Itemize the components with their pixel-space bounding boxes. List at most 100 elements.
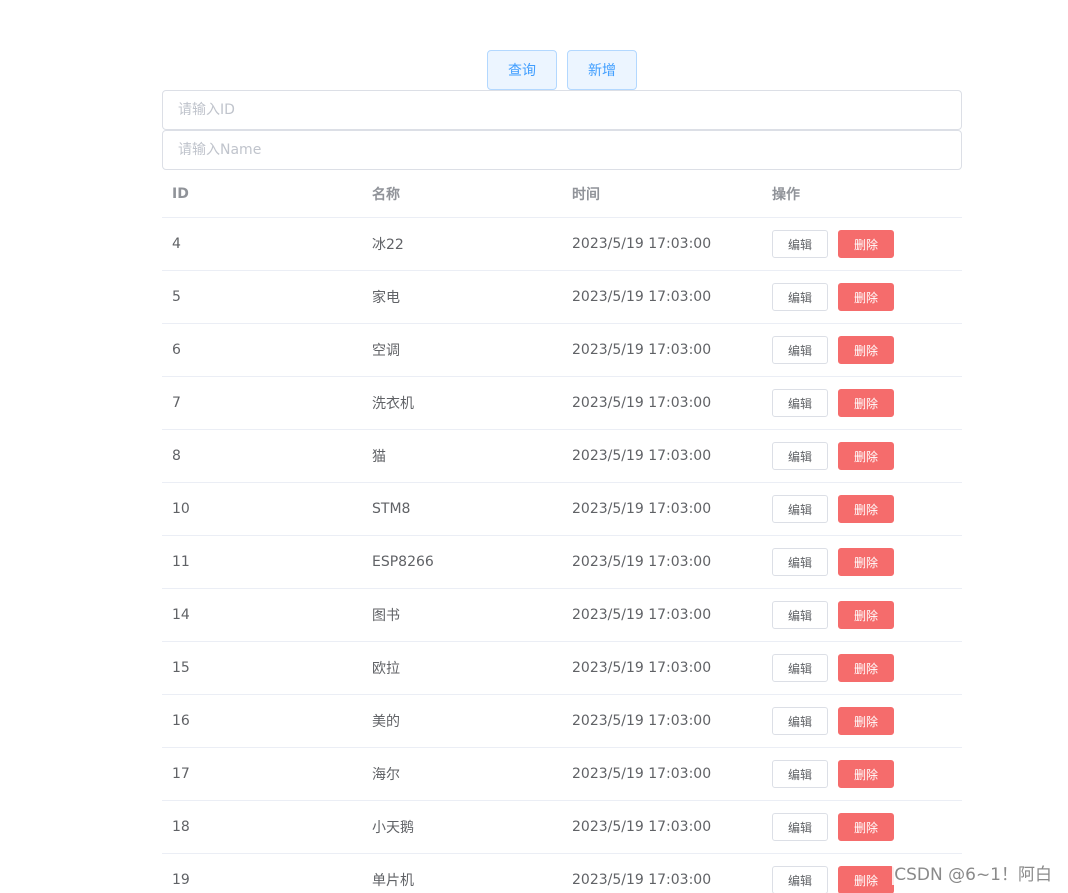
delete-button[interactable]: 删除 bbox=[838, 760, 894, 788]
cell-name: 冰22 bbox=[372, 237, 404, 253]
cell-time: 2023/5/19 17:03:00 bbox=[572, 289, 712, 305]
cell-actions: 编辑 删除 bbox=[762, 495, 962, 523]
delete-button[interactable]: 删除 bbox=[838, 813, 894, 841]
cell-time: 2023/5/19 17:03:00 bbox=[572, 501, 712, 517]
delete-button[interactable]: 删除 bbox=[838, 442, 894, 470]
cell-actions: 编辑 删除 bbox=[762, 442, 962, 470]
cell-name: 小天鹅 bbox=[372, 820, 414, 836]
edit-button[interactable]: 编辑 bbox=[772, 230, 828, 258]
cell-id: 14 bbox=[172, 607, 190, 623]
delete-button[interactable]: 删除 bbox=[838, 230, 894, 258]
cell-actions: 编辑 删除 bbox=[762, 389, 962, 417]
table-row: 17 海尔 2023/5/19 17:03:00 编辑 删除 bbox=[162, 748, 962, 801]
edit-button[interactable]: 编辑 bbox=[772, 336, 828, 364]
edit-button[interactable]: 编辑 bbox=[772, 760, 828, 788]
table-row: 10 STM8 2023/5/19 17:03:00 编辑 删除 bbox=[162, 483, 962, 536]
cell-time: 2023/5/19 17:03:00 bbox=[572, 607, 712, 623]
page: 查询 新增 ID 名称 时间 操作 4 冰22 2023/5/19 17:03:00… bbox=[0, 0, 1068, 893]
cell-id: 7 bbox=[172, 395, 181, 411]
edit-button[interactable]: 编辑 bbox=[772, 283, 828, 311]
edit-button[interactable]: 编辑 bbox=[772, 495, 828, 523]
cell-time: 2023/5/19 17:03:00 bbox=[572, 766, 712, 782]
header-name: 名称 bbox=[372, 186, 400, 203]
id-input-wrapper bbox=[162, 90, 962, 130]
header-actions: 操作 bbox=[772, 186, 800, 203]
cell-id: 15 bbox=[172, 660, 190, 676]
cell-name: 图书 bbox=[372, 608, 400, 624]
table-row: 16 美的 2023/5/19 17:03:00 编辑 删除 bbox=[162, 695, 962, 748]
cell-actions: 编辑 删除 bbox=[762, 601, 962, 629]
cell-id: 19 bbox=[172, 872, 190, 888]
cell-actions: 编辑 删除 bbox=[762, 813, 962, 841]
cell-id: 11 bbox=[172, 554, 190, 570]
cell-time: 2023/5/19 17:03:00 bbox=[572, 395, 712, 411]
cell-time: 2023/5/19 17:03:00 bbox=[572, 872, 712, 888]
name-input-wrapper bbox=[162, 130, 962, 170]
table-row: 15 欧拉 2023/5/19 17:03:00 编辑 删除 bbox=[162, 642, 962, 695]
table-row: 8 猫 2023/5/19 17:03:00 编辑 删除 bbox=[162, 430, 962, 483]
edit-button[interactable]: 编辑 bbox=[772, 548, 828, 576]
table-row: 6 空调 2023/5/19 17:03:00 编辑 删除 bbox=[162, 324, 962, 377]
add-button[interactable]: 新增 bbox=[567, 50, 637, 90]
query-button[interactable]: 查询 bbox=[487, 50, 557, 90]
cell-name: 美的 bbox=[372, 714, 400, 730]
cell-id: 17 bbox=[172, 766, 190, 782]
delete-button[interactable]: 删除 bbox=[838, 866, 894, 893]
cell-actions: 编辑 删除 bbox=[762, 336, 962, 364]
name-search-input[interactable] bbox=[163, 131, 961, 169]
cell-id: 10 bbox=[172, 501, 190, 517]
table-row: 7 洗衣机 2023/5/19 17:03:00 编辑 删除 bbox=[162, 377, 962, 430]
cell-time: 2023/5/19 17:03:00 bbox=[572, 660, 712, 676]
table-row: 4 冰22 2023/5/19 17:03:00 编辑 删除 bbox=[162, 218, 962, 271]
table-row: 14 图书 2023/5/19 17:03:00 编辑 删除 bbox=[162, 589, 962, 642]
cell-name: 欧拉 bbox=[372, 661, 400, 677]
cell-id: 8 bbox=[172, 448, 181, 464]
table-row: 11 ESP8266 2023/5/19 17:03:00 编辑 删除 bbox=[162, 536, 962, 589]
cell-time: 2023/5/19 17:03:00 bbox=[572, 713, 712, 729]
cell-time: 2023/5/19 17:03:00 bbox=[572, 236, 712, 252]
delete-button[interactable]: 删除 bbox=[838, 336, 894, 364]
cell-time: 2023/5/19 17:03:00 bbox=[572, 448, 712, 464]
edit-button[interactable]: 编辑 bbox=[772, 389, 828, 417]
delete-button[interactable]: 删除 bbox=[838, 389, 894, 417]
cell-actions: 编辑 删除 bbox=[762, 230, 962, 258]
edit-button[interactable]: 编辑 bbox=[772, 866, 828, 893]
cell-name: STM8 bbox=[372, 501, 411, 517]
cell-actions: 编辑 删除 bbox=[762, 760, 962, 788]
cell-name: 空调 bbox=[372, 343, 400, 359]
table-row: 5 家电 2023/5/19 17:03:00 编辑 删除 bbox=[162, 271, 962, 324]
edit-button[interactable]: 编辑 bbox=[772, 707, 828, 735]
cell-name: 洗衣机 bbox=[372, 396, 414, 412]
cell-time: 2023/5/19 17:03:00 bbox=[572, 342, 712, 358]
id-search-input[interactable] bbox=[163, 91, 961, 129]
cell-id: 6 bbox=[172, 342, 181, 358]
edit-button[interactable]: 编辑 bbox=[772, 442, 828, 470]
cell-actions: 编辑 删除 bbox=[762, 548, 962, 576]
header-time: 时间 bbox=[572, 186, 600, 203]
cell-id: 18 bbox=[172, 819, 190, 835]
delete-button[interactable]: 删除 bbox=[838, 495, 894, 523]
edit-button[interactable]: 编辑 bbox=[772, 601, 828, 629]
data-table: ID 名称 时间 操作 4 冰22 2023/5/19 17:03:00 编辑 删除 5 家… bbox=[162, 170, 962, 893]
delete-button[interactable]: 删除 bbox=[838, 654, 894, 682]
cell-actions: 编辑 删除 bbox=[762, 707, 962, 735]
cell-name: 海尔 bbox=[372, 767, 400, 783]
cell-id: 5 bbox=[172, 289, 181, 305]
delete-button[interactable]: 删除 bbox=[838, 707, 894, 735]
cell-name: 猫 bbox=[372, 449, 386, 465]
table-row: 18 小天鹅 2023/5/19 17:03:00 编辑 删除 bbox=[162, 801, 962, 854]
header-id: ID bbox=[172, 185, 189, 202]
table-body: 4 冰22 2023/5/19 17:03:00 编辑 删除 5 家电 2023/5/19 1… bbox=[162, 218, 962, 893]
cell-name: 家电 bbox=[372, 290, 400, 306]
cell-actions: 编辑 删除 bbox=[762, 283, 962, 311]
table-row: 19 单片机 2023/5/19 17:03:00 编辑 删除 bbox=[162, 854, 962, 893]
cell-time: 2023/5/19 17:03:00 bbox=[572, 819, 712, 835]
delete-button[interactable]: 删除 bbox=[838, 601, 894, 629]
cell-actions: 编辑 删除 bbox=[762, 654, 962, 682]
watermark: CSDN @6~1！阿白 bbox=[892, 860, 1054, 885]
cell-id: 4 bbox=[172, 236, 181, 252]
delete-button[interactable]: 删除 bbox=[838, 548, 894, 576]
edit-button[interactable]: 编辑 bbox=[772, 813, 828, 841]
edit-button[interactable]: 编辑 bbox=[772, 654, 828, 682]
delete-button[interactable]: 删除 bbox=[838, 283, 894, 311]
